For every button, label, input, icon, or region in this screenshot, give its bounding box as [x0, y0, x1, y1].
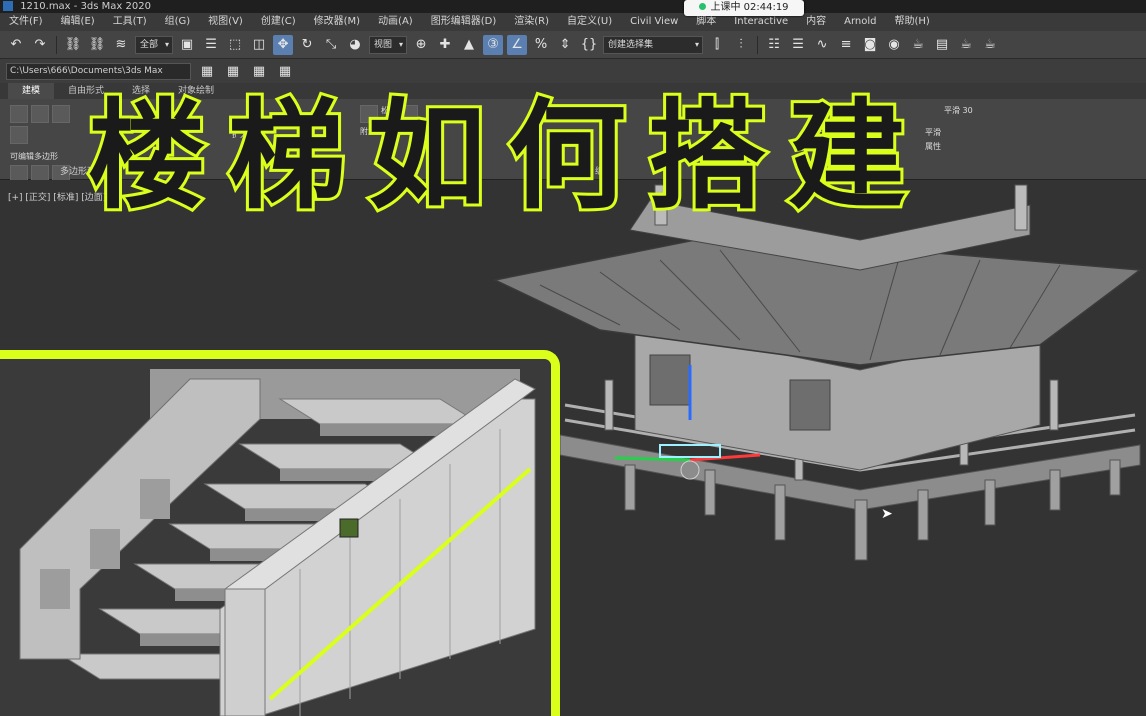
- scene-explorer-icon[interactable]: ☷: [764, 35, 784, 55]
- mirror-icon[interactable]: ⫿: [707, 35, 727, 55]
- menu-bar: 文件(F) 编辑(E) 工具(T) 组(G) 视图(V) 创建(C) 修改器(M) 动画(A)…: [0, 13, 1146, 31]
- border-icon[interactable]: [52, 105, 70, 123]
- percent-snap-icon[interactable]: %: [531, 35, 551, 55]
- toolbar-divider: [56, 35, 57, 54]
- angle-snap-icon[interactable]: ∠: [507, 34, 528, 55]
- mouse-cursor-icon: ➤: [881, 506, 893, 522]
- menu-item[interactable]: 工具(T): [104, 13, 156, 31]
- main-toolbar: ↶ ↷ ⛓ ⛓ ≋ 全部 ▣ ☰ ⬚ ◫ ✥ ↻ ⤡ ◕ 视图 ⊕ ✚ ▲ ③ …: [0, 31, 1146, 59]
- align-icon[interactable]: ⫶: [731, 35, 751, 55]
- lesson-title-overlay: 楼梯如何搭建: [85, 83, 929, 228]
- ribbon-group-polymodel: 可编辑多边形: [10, 105, 90, 204]
- link-icon[interactable]: ⛓: [63, 35, 83, 55]
- menu-item[interactable]: 内容: [797, 13, 835, 31]
- rect-selection-icon[interactable]: ⬚: [225, 35, 245, 55]
- spinner-snap-icon[interactable]: ⇕: [555, 35, 575, 55]
- schematic-view-icon[interactable]: ◙: [860, 35, 880, 55]
- keyboard-shortcut-icon[interactable]: ▲: [459, 35, 479, 55]
- menu-item[interactable]: 编辑(E): [52, 13, 104, 31]
- selection-filter-dropdown[interactable]: 全部: [135, 35, 174, 54]
- layer-explorer-icon[interactable]: ☰: [788, 35, 808, 55]
- ribbon-group-smooth2: 平滑 平滑 30 属性: [925, 105, 985, 167]
- menu-item[interactable]: 文件(F): [0, 13, 52, 31]
- tab-modeling[interactable]: 建模: [8, 83, 55, 99]
- edge-icon[interactable]: [31, 105, 49, 123]
- select-object-icon[interactable]: ▣: [177, 35, 197, 55]
- class-timer-badge: 上课中 02:44:19: [684, 0, 804, 16]
- stair-inset-panel: [0, 350, 560, 716]
- window-title: 1210.max - 3ds Max 2020: [20, 1, 151, 12]
- named-selection-dropdown[interactable]: 创建选择集: [603, 35, 704, 54]
- scale-icon[interactable]: ⤡: [321, 35, 341, 55]
- reference-coord-dropdown[interactable]: 视图: [369, 35, 408, 54]
- editable-poly-label: 可编辑多边形: [10, 152, 58, 161]
- edit-named-sel-icon[interactable]: {}: [579, 35, 599, 55]
- smooth30-button[interactable]: 平滑 30: [944, 105, 973, 138]
- status-dot-icon: [699, 3, 707, 10]
- rotate-icon[interactable]: ↻: [297, 35, 317, 55]
- window-crossing-icon[interactable]: ◫: [249, 35, 269, 55]
- undo-icon[interactable]: ↶: [6, 35, 26, 55]
- window-titlebar: 1210.max - 3ds Max 2020: [0, 0, 1146, 13]
- menu-item[interactable]: 自定义(U): [558, 13, 621, 31]
- menu-item[interactable]: 组(G): [156, 13, 200, 31]
- menu-item[interactable]: 动画(A): [369, 13, 422, 31]
- app-icon: [3, 1, 13, 11]
- rendered-frame-icon[interactable]: ▤: [932, 35, 952, 55]
- material-editor-icon[interactable]: ◉: [884, 35, 904, 55]
- move-icon[interactable]: ✥: [273, 34, 294, 55]
- menu-item[interactable]: 图形编辑器(D): [422, 13, 506, 31]
- render-icon[interactable]: ☕: [956, 35, 976, 55]
- stair-model-render: [0, 359, 551, 716]
- bind-space-warp-icon[interactable]: ≋: [111, 35, 131, 55]
- unlink-icon[interactable]: ⛓: [87, 35, 107, 55]
- poly-icon[interactable]: [10, 126, 28, 144]
- render-setup-icon[interactable]: ☕: [908, 35, 928, 55]
- menu-item[interactable]: 渲染(R): [505, 13, 558, 31]
- menu-item[interactable]: 视图(V): [199, 13, 252, 31]
- dope-sheet-icon[interactable]: ≡: [836, 35, 856, 55]
- render-production-icon[interactable]: ☕: [980, 35, 1000, 55]
- place-icon[interactable]: ◕: [345, 35, 365, 55]
- menu-item[interactable]: Arnold: [835, 13, 885, 31]
- select-manipulate-icon[interactable]: ✚: [435, 35, 455, 55]
- menu-item[interactable]: 帮助(H): [886, 13, 939, 31]
- vertex-icon[interactable]: [10, 105, 28, 123]
- menu-item[interactable]: Civil View: [621, 13, 687, 31]
- redo-icon[interactable]: ↷: [30, 35, 50, 55]
- curve-editor-icon[interactable]: ∿: [812, 35, 832, 55]
- menu-item[interactable]: 修改器(M): [305, 13, 369, 31]
- toolbar-divider: [757, 35, 759, 54]
- select-by-name-icon[interactable]: ☰: [201, 35, 221, 55]
- timer-text: 上课中 02:44:19: [710, 2, 789, 13]
- pivot-icon[interactable]: ⊕: [411, 35, 431, 55]
- menu-item[interactable]: 创建(C): [252, 13, 305, 31]
- snap-3d-icon[interactable]: ③: [483, 34, 504, 55]
